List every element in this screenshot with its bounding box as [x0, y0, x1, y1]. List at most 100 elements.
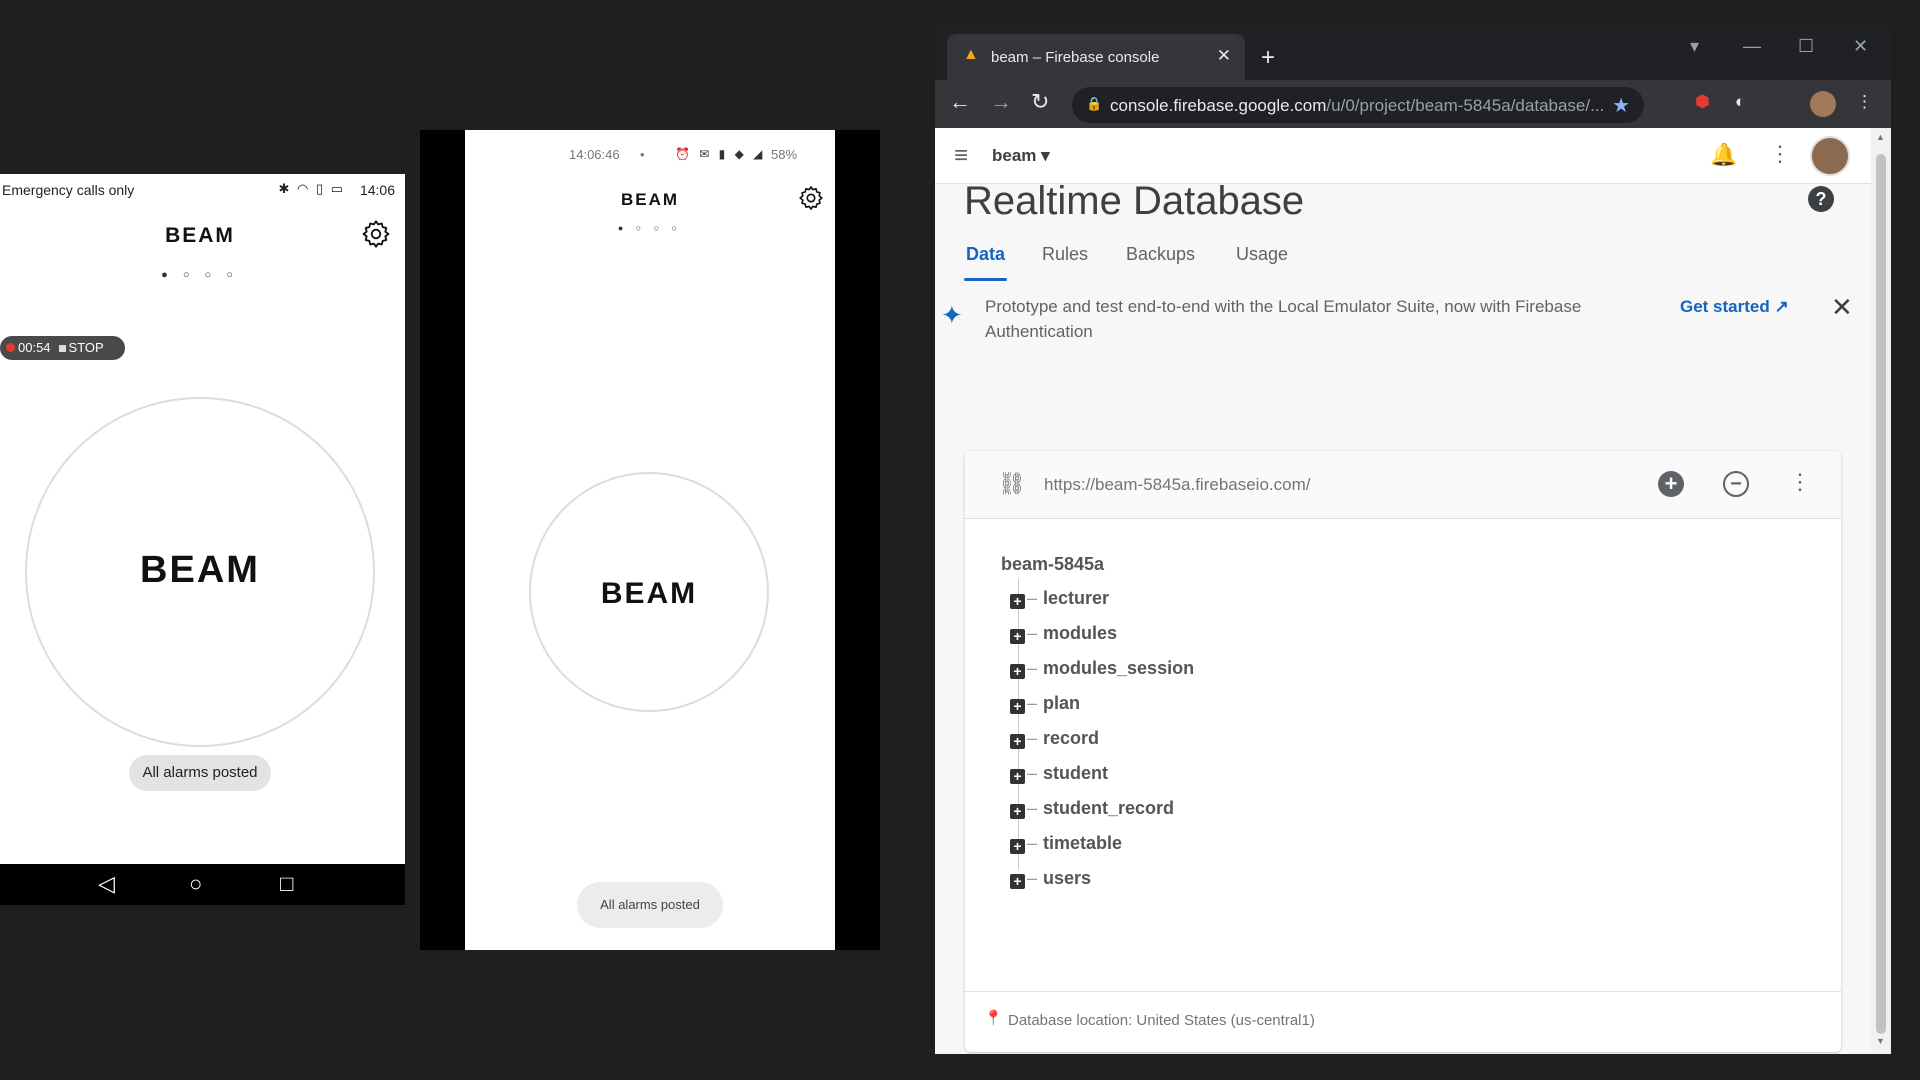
scrollbar-thumb[interactable] — [1876, 154, 1886, 1034]
recording-time: 00:54 — [18, 340, 51, 355]
node-key: timetable — [1043, 833, 1123, 853]
expand-node-icon[interactable]: + — [1010, 734, 1025, 749]
page-indicator: ● ○ ○ ○ — [617, 223, 683, 233]
notifications-bell-icon[interactable]: 🔔 — [1710, 142, 1737, 168]
emulator-banner: ✦ Prototype and test end-to-end with the… — [935, 292, 1871, 364]
reload-icon[interactable]: ↻ — [1031, 90, 1049, 114]
node-key: modules — [1043, 623, 1118, 643]
tree-node[interactable]: + – plan — [1010, 693, 1080, 717]
tree-node[interactable]: + – lecturer — [1010, 588, 1109, 612]
active-tab-underline — [964, 278, 1007, 281]
maximize-icon[interactable]: ☐ — [1798, 36, 1814, 57]
app-title: BEAM — [620, 190, 680, 209]
tab-backups[interactable]: Backups — [1126, 244, 1195, 265]
expand-node-icon[interactable]: + — [1010, 804, 1025, 819]
status-time: 14:06 — [359, 182, 395, 198]
recents-nav-icon[interactable]: □ — [280, 872, 293, 896]
tree-root[interactable]: beam-5845a — [1001, 554, 1104, 575]
tab-usage[interactable]: Usage — [1236, 244, 1288, 265]
expand-node-icon[interactable]: + — [1010, 769, 1025, 784]
forward-arrow-icon[interactable]: → — [990, 90, 1012, 114]
toast-message: All alarms posted — [577, 882, 723, 928]
help-icon[interactable]: ? — [1808, 186, 1834, 212]
tree-node[interactable]: + – timetable — [1010, 833, 1122, 857]
ublock-extension-icon[interactable]: ⬢ — [1695, 92, 1710, 112]
tree-node[interactable]: + – student — [1010, 763, 1108, 787]
profile-avatar[interactable] — [1810, 91, 1836, 117]
settings-gear-icon[interactable] — [797, 184, 825, 212]
page-indicator: ● ○ ○ ○ — [161, 269, 239, 281]
status-time: 14:06:46 — [569, 147, 620, 162]
card-more-icon[interactable]: ⋮ — [1789, 469, 1811, 495]
browser-window: ▲ beam – Firebase console ✕ + ▾ — ☐ ✕ ← … — [935, 26, 1891, 1054]
back-arrow-icon[interactable]: ← — [949, 90, 971, 114]
expand-node-icon[interactable]: + — [1010, 839, 1025, 854]
tab-data[interactable]: Data — [966, 244, 1005, 265]
tree-branch-dash: – — [1027, 623, 1038, 643]
location-pin-icon: 📍 — [984, 1010, 1003, 1027]
expand-node-icon[interactable]: + — [1010, 594, 1025, 609]
address-bar[interactable]: 🔒 console.firebase.google.com/u/0/projec… — [1072, 87, 1644, 123]
tab-search-icon[interactable]: ▾ — [1690, 36, 1699, 57]
scroll-down-icon[interactable]: ▼ — [1876, 1036, 1885, 1046]
tree-node[interactable]: + – modules — [1010, 623, 1117, 647]
page-scrollbar[interactable]: ▲ ▼ — [1871, 128, 1891, 1054]
tree-node[interactable]: + – users — [1010, 868, 1091, 892]
browser-toolbar: ← → ↻ 🔒 console.firebase.google.com/u/0/… — [935, 80, 1891, 128]
close-banner-icon[interactable]: ✕ — [1831, 292, 1853, 323]
stop-square-icon — [58, 345, 66, 352]
expand-node-icon[interactable]: + — [1010, 699, 1025, 714]
tree-branch-dash: – — [1027, 728, 1038, 748]
tree-branch-dash: – — [1027, 658, 1038, 678]
phone-display: 14:06:46 • ⏰ ✉ ▮ ◆ ◢ 58% BEAM ● ○ ○ ○ BE… — [465, 130, 835, 950]
banner-message: Prototype and test end-to-end with the L… — [985, 297, 1582, 341]
lock-icon: 🔒 — [1086, 96, 1103, 111]
settings-gear-icon[interactable] — [360, 218, 392, 250]
tree-branch-dash: – — [1027, 763, 1038, 783]
firebase-console-page: ≡ beam ▾ 🔔 ⋮ Realtime Database ? Data Ru… — [935, 128, 1891, 1054]
new-tab-icon[interactable]: + — [1261, 44, 1275, 72]
tab-strip: ▲ beam – Firebase console ✕ + ▾ — ☐ ✕ — [935, 26, 1891, 80]
tree-branch-dash: – — [1027, 588, 1038, 608]
url-domain: console.firebase.google.com — [1110, 96, 1327, 115]
close-window-icon[interactable]: ✕ — [1853, 36, 1868, 57]
remove-node-icon[interactable]: − — [1723, 471, 1749, 497]
home-nav-icon[interactable]: ○ — [189, 872, 202, 896]
app-title: BEAM — [165, 224, 235, 247]
extension-icon[interactable]: ◐ — [1735, 92, 1745, 112]
tab-title: beam – Firebase console — [991, 49, 1160, 66]
expand-node-icon[interactable]: + — [1010, 629, 1025, 644]
scroll-up-icon[interactable]: ▲ — [1876, 132, 1885, 142]
url-path: /u/0/project/beam-5845a/database/... — [1326, 96, 1605, 115]
more-options-icon[interactable]: ⋮ — [1769, 141, 1791, 167]
expand-node-icon[interactable]: + — [1010, 664, 1025, 679]
tree-branch-dash: – — [1027, 798, 1038, 818]
bookmark-star-icon[interactable]: ★ — [1612, 93, 1630, 118]
database-content: Realtime Database ? Data Rules Backups U… — [935, 179, 1871, 1054]
get-started-link[interactable]: Get started ↗ — [1680, 297, 1789, 317]
tree-branch-dash: – — [1027, 868, 1038, 888]
status-icons: ✱ ◠ ▯ ▭ — [278, 181, 345, 196]
node-key: student_record — [1043, 798, 1175, 818]
close-tab-icon[interactable]: ✕ — [1217, 46, 1231, 66]
firebase-flame-icon: ▲ — [963, 46, 979, 63]
add-node-icon[interactable]: + — [1658, 471, 1684, 497]
tab-rules[interactable]: Rules — [1042, 244, 1088, 265]
tree-node[interactable]: + – record — [1010, 728, 1099, 752]
database-url[interactable]: https://beam-5845a.firebaseio.com/ — [1044, 475, 1310, 495]
expand-node-icon[interactable]: + — [1010, 874, 1025, 889]
node-key: student — [1043, 763, 1109, 783]
android-nav-bar: ◁ ○ □ — [0, 864, 405, 905]
hamburger-menu-icon[interactable]: ≡ — [954, 142, 968, 170]
database-url-bar: ⛓ https://beam-5845a.firebaseio.com/ + −… — [965, 451, 1841, 519]
minimize-icon[interactable]: — — [1743, 36, 1761, 57]
tree-node[interactable]: + – modules_session — [1010, 658, 1194, 682]
browser-menu-icon[interactable]: ⋮ — [1856, 92, 1873, 112]
tree-node[interactable]: + – student_record — [1010, 798, 1174, 822]
database-card: ⛓ https://beam-5845a.firebaseio.com/ + −… — [965, 451, 1841, 1052]
back-nav-icon[interactable]: ◁ — [98, 872, 115, 896]
recording-pill[interactable]: 00:54 STOP — [0, 336, 125, 360]
browser-tab[interactable]: ▲ beam – Firebase console ✕ — [947, 34, 1245, 80]
project-selector[interactable]: beam ▾ — [992, 146, 1050, 166]
account-avatar[interactable] — [1810, 136, 1850, 176]
